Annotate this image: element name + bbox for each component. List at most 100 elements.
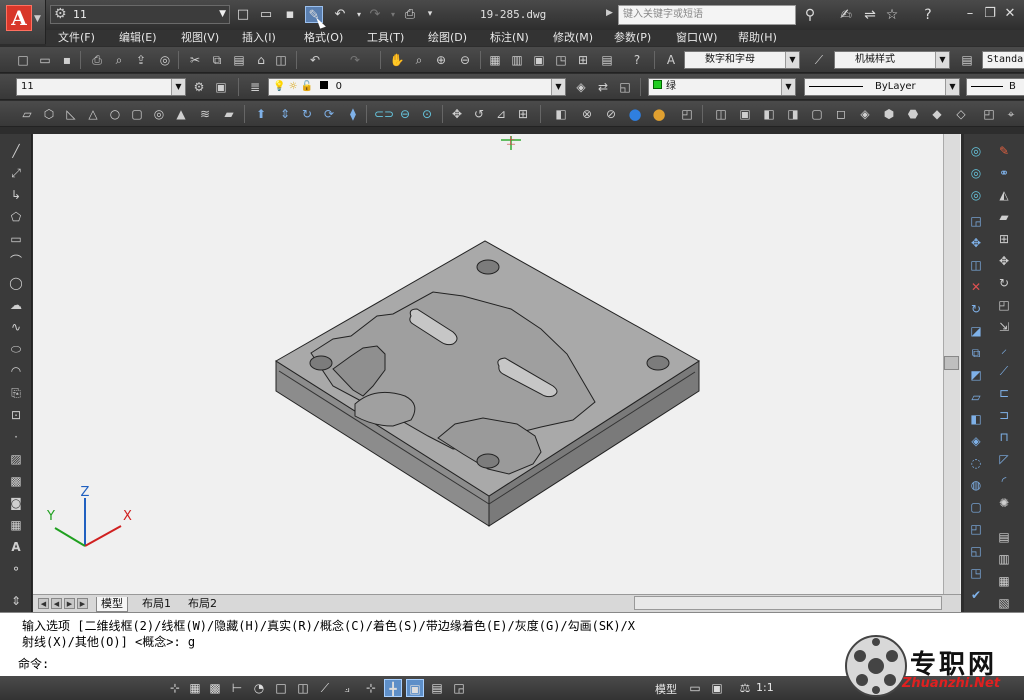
join-icon[interactable]: ⊓ [995, 428, 1013, 446]
solid-edit-icon[interactable]: ◱ [967, 542, 985, 560]
array-icon[interactable]: ⊞ [995, 230, 1013, 248]
search-input[interactable]: 键入关键字或短语 [618, 5, 796, 25]
construction-line-icon[interactable]: ⤢ [7, 164, 25, 182]
text-style-icon[interactable]: A [662, 51, 680, 69]
chain-icon[interactable]: ⚭ [995, 164, 1013, 182]
rectangle-icon[interactable]: ▭ [7, 230, 25, 248]
chevron-down-icon[interactable]: ▾ [384, 6, 402, 23]
union-icon[interactable]: ⊂⊃ [374, 105, 394, 123]
3d-align-icon[interactable]: ⊿ [492, 105, 510, 123]
publish-icon[interactable]: ⇪ [132, 51, 150, 69]
subtract-icon[interactable]: ◎ [967, 164, 985, 182]
table-style-icon[interactable]: ▤ [958, 51, 976, 69]
properties-icon[interactable]: ▦ [486, 51, 504, 69]
gear-icon[interactable]: ⚙ [190, 78, 208, 96]
linetype-dropdown[interactable]: ByLayer ▼ [804, 78, 960, 96]
mold-plate-model[interactable] [275, 240, 700, 527]
brush-icon[interactable]: ✎ [995, 142, 1013, 160]
visual-style-manager-icon[interactable]: ◰ [678, 105, 696, 123]
cone-icon[interactable]: △ [84, 105, 102, 123]
text-style-dropdown[interactable]: 数字和字母 ▼ [684, 51, 800, 69]
conceptual-icon[interactable]: ● [650, 105, 668, 123]
prev-tab-arrow[interactable]: ◀ [51, 598, 62, 609]
quick-properties-icon[interactable]: ▤ [428, 679, 446, 697]
vertical-scroll-thumb[interactable] [944, 356, 959, 370]
close-button[interactable]: ✕ [1000, 5, 1020, 23]
revolve-icon[interactable]: ⟳ [320, 105, 338, 123]
sheet-set-icon[interactable]: ◳ [552, 51, 570, 69]
move-icon[interactable]: ✥ [995, 252, 1013, 270]
print-icon[interactable]: ⎙ [88, 51, 106, 69]
polar-icon[interactable]: ◔ [250, 679, 268, 697]
union-icon[interactable]: ◎ [967, 142, 985, 160]
menu-help[interactable]: 帮助(H) [738, 30, 777, 46]
menu-view[interactable]: 视图(V) [181, 30, 219, 46]
table-icon[interactable]: ▦ [7, 516, 25, 534]
zoom-window-icon[interactable]: ⊕ [432, 51, 450, 69]
zoom-realtime-icon[interactable]: ⌕ [410, 51, 428, 69]
layer-state-icon[interactable]: ◱ [616, 78, 634, 96]
copy-icon[interactable]: ⧉ [208, 51, 226, 69]
sweep-icon[interactable]: ↻ [298, 105, 316, 123]
box-icon[interactable]: ⬡ [40, 105, 58, 123]
cylinder-icon[interactable]: ▢ [128, 105, 146, 123]
star-icon[interactable]: ☆ [882, 6, 902, 24]
transparency-icon[interactable]: ▣ [406, 679, 424, 697]
infer-constraints-icon[interactable]: ⊹ [166, 679, 184, 697]
workspace-settings-icon[interactable]: ▣ [212, 78, 230, 96]
imprint-icon[interactable]: ◈ [967, 432, 985, 450]
quick-view-layouts-icon[interactable]: ▭ [686, 679, 704, 697]
view-right-icon[interactable]: ◨ [784, 105, 802, 123]
extrude-icon[interactable]: ⬆ [252, 105, 270, 123]
dim-style-icon[interactable]: ⟋ [810, 51, 828, 69]
2d-wireframe-icon[interactable]: ⊗ [578, 105, 596, 123]
offset-faces-icon[interactable]: ◫ [967, 256, 985, 274]
minimize-button[interactable]: – [960, 5, 980, 23]
named-views-icon[interactable]: ◰ [980, 105, 998, 123]
rotate-icon[interactable]: ↻ [995, 274, 1013, 292]
offset-icon[interactable]: ▰ [995, 208, 1013, 226]
command-input[interactable]: 命令: [18, 655, 838, 673]
viewcube-top[interactable]: 上 [501, 136, 521, 150]
camera-icon[interactable]: ◇ [952, 105, 970, 123]
ortho-icon[interactable]: ⊢ [228, 679, 246, 697]
quick-view-drawings-icon[interactable]: ▣ [708, 679, 726, 697]
visual-style-icon[interactable]: ◧ [552, 105, 570, 123]
design-center-icon[interactable]: ▥ [508, 51, 526, 69]
arc-icon[interactable]: ⌒ [7, 252, 25, 270]
helix-icon[interactable]: ≋ [196, 105, 214, 123]
snap-icon[interactable]: ▦ [186, 679, 204, 697]
menu-insert[interactable]: 插入(I) [242, 30, 276, 46]
lineweight-toggle-icon[interactable]: ╋ [384, 679, 402, 697]
3d-array-icon[interactable]: ⊞ [514, 105, 532, 123]
view-front-icon[interactable]: ▢ [808, 105, 826, 123]
view-back-icon[interactable]: ◻ [832, 105, 850, 123]
view-top-icon[interactable]: ◫ [712, 105, 730, 123]
new-icon[interactable]: □ [234, 6, 252, 23]
new-icon[interactable]: □ [14, 51, 32, 69]
ucs-icon[interactable]: ⌖ [1002, 105, 1020, 123]
chamfer-icon[interactable]: ◸ [995, 450, 1013, 468]
dyn-icon[interactable]: ⊹ [362, 679, 380, 697]
open-icon[interactable]: ▭ [257, 6, 275, 23]
delete-faces-icon[interactable]: ✕ [967, 278, 985, 296]
hidden-icon[interactable]: ⊘ [602, 105, 620, 123]
scale-icon[interactable]: ◰ [995, 296, 1013, 314]
polysolid-icon[interactable]: ▱ [18, 105, 36, 123]
menu-parameter[interactable]: 参数(P) [614, 30, 651, 46]
subtract-icon[interactable]: ⊖ [396, 105, 414, 123]
view-ne-iso-icon[interactable]: ⬣ [904, 105, 922, 123]
grid-icon[interactable]: ▩ [206, 679, 224, 697]
tab-layout2[interactable]: 布局2 [184, 597, 221, 611]
layers-panel-icon[interactable]: ▤ [995, 528, 1013, 546]
color-edges-icon[interactable]: ◧ [967, 410, 985, 428]
torus-icon[interactable]: ◎ [150, 105, 168, 123]
exchange-icon[interactable]: ⇌ [860, 6, 880, 24]
undo-icon[interactable]: ↶ [331, 6, 349, 23]
help-icon[interactable]: ? [628, 51, 646, 69]
workspace-dropdown[interactable]: ⚙ 11 ▼ [50, 5, 230, 24]
chevron-down-icon[interactable]: ▾ [421, 6, 439, 23]
workspace-combo[interactable]: 11 ▼ [16, 78, 186, 96]
undo-icon[interactable]: ↶ [306, 51, 324, 69]
menu-draw[interactable]: 绘图(D) [428, 30, 467, 46]
